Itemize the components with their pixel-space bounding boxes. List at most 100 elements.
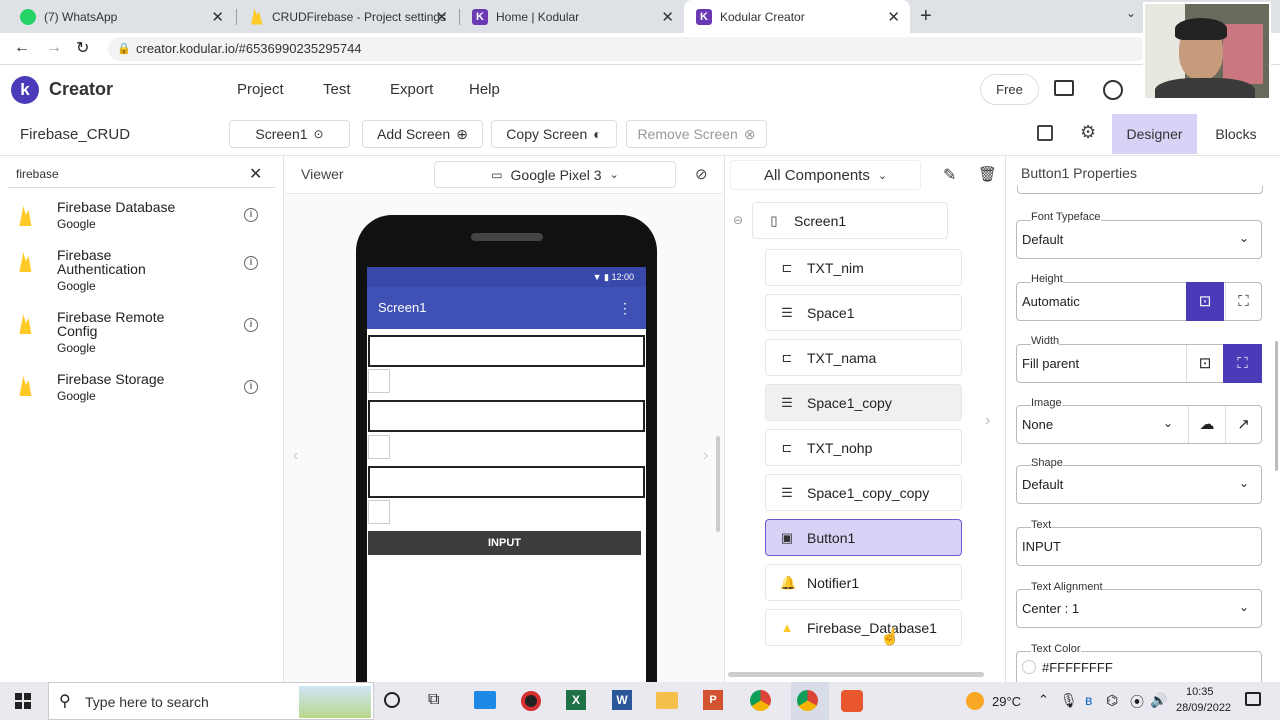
account-icon[interactable] <box>1103 80 1123 100</box>
info-icon[interactable]: i <box>244 380 258 394</box>
browser-tab-home-kodular[interactable]: K Home | Kodular ✕ <box>460 0 684 33</box>
button1-preview[interactable]: INPUT <box>368 531 641 555</box>
wifi-icon[interactable]: ⦿ <box>1130 692 1144 712</box>
device-selector[interactable]: ▭ Google Pixel 3 ⌄ <box>434 161 676 188</box>
word-icon[interactable]: W <box>612 690 632 710</box>
remove-screen-button[interactable]: Remove Screen ⊗ <box>626 120 767 148</box>
browser-tab-whatsapp[interactable]: (7) WhatsApp ✕ <box>8 0 234 33</box>
palette-item-firebase-database[interactable]: Firebase Database Google i <box>0 198 284 238</box>
reload-icon[interactable]: ↻ <box>76 38 89 58</box>
designer-tab[interactable]: Designer <box>1112 114 1197 154</box>
taskbar-search[interactable]: ⚲ Type here to search <box>48 682 374 720</box>
gallery-icon[interactable] <box>1037 125 1053 141</box>
component-notifier1[interactable]: 🔔 Notifier1 <box>765 564 962 601</box>
menu-help[interactable]: Help <box>469 81 500 98</box>
txt-nim-field[interactable] <box>368 335 645 367</box>
cortana-icon[interactable] <box>384 692 400 708</box>
menu-export[interactable]: Export <box>390 81 433 98</box>
hide-eye-icon[interactable]: ⊘ <box>695 165 708 183</box>
component-button1[interactable]: ▣ Button1 <box>765 519 962 556</box>
volume-icon[interactable]: 🔊 <box>1150 692 1167 709</box>
collapse-icon[interactable]: ⊖ <box>733 213 743 227</box>
notifications-icon[interactable] <box>1245 692 1261 706</box>
palette-item-firebase-authentication[interactable]: Firebase Authentication Google i <box>0 248 284 298</box>
new-tab-icon[interactable]: + <box>920 5 932 28</box>
excel-icon[interactable]: X <box>566 690 586 710</box>
shape-select[interactable]: Default ⌄ <box>1016 465 1262 504</box>
component-space1-copy[interactable]: ☰ Space1_copy <box>765 384 962 421</box>
viewer-scrollbar[interactable] <box>716 436 720 532</box>
clear-search-icon[interactable]: ✕ <box>249 164 262 184</box>
txt-nama-field[interactable] <box>368 400 645 432</box>
palette-item-firebase-remote-config[interactable]: Firebase Remote Config Google i <box>0 310 284 360</box>
palette-item-firebase-storage[interactable]: Firebase Storage Google i <box>0 372 284 412</box>
gear-icon[interactable]: ⚙ <box>1080 122 1096 143</box>
chrome-icon[interactable] <box>750 690 771 711</box>
forward-icon[interactable]: → <box>46 39 62 57</box>
close-icon[interactable]: ✕ <box>661 8 674 26</box>
components-filter[interactable]: All Components ⌄ <box>730 160 921 190</box>
txt-nohp-field[interactable] <box>368 466 645 498</box>
info-icon[interactable]: i <box>244 318 258 332</box>
network-icon[interactable]: ⌬ <box>1106 692 1118 709</box>
properties-scrollbar[interactable] <box>1275 341 1278 471</box>
chevron-down-icon[interactable]: ⌄ <box>1126 6 1136 20</box>
close-icon[interactable]: ✕ <box>887 8 900 26</box>
upload-icon[interactable]: ☁ <box>1188 406 1225 443</box>
component-firebase-database1[interactable]: ▲ Firebase_Database1 <box>765 609 962 646</box>
fit-content-icon[interactable]: ⊡ <box>1186 345 1223 382</box>
chevron-right-icon[interactable]: › <box>703 447 708 465</box>
component-space1[interactable]: ☰ Space1 <box>765 294 962 331</box>
copy-screen-button[interactable]: Copy Screen ◐ <box>491 120 617 148</box>
menu-test[interactable]: Test <box>323 81 351 98</box>
component-label: Button1 <box>807 529 856 546</box>
component-space1-copy-copy[interactable]: ☰ Space1_copy_copy <box>765 474 962 511</box>
kodular-icon: K <box>696 8 712 25</box>
component-txt-nim[interactable]: ⊏ TXT_nim <box>765 249 962 286</box>
fit-content-icon[interactable]: ⊡ <box>1186 282 1224 321</box>
close-icon[interactable]: ✕ <box>435 8 448 26</box>
close-icon[interactable]: ✕ <box>211 8 224 26</box>
microphone-icon[interactable]: 🎙 <box>1060 692 1078 709</box>
image-select[interactable]: None ⌄ ☁ ↗ <box>1016 405 1262 444</box>
task-view-icon[interactable]: ⧉ <box>428 691 439 709</box>
open-external-icon[interactable]: ↗ <box>1225 406 1261 443</box>
text-color-field[interactable]: #FFFFFFFF <box>1016 651 1262 682</box>
width-field[interactable]: Fill parent ⊡ ⛶ <box>1016 344 1262 383</box>
palette-search-input[interactable] <box>8 162 228 186</box>
windows-start-icon[interactable] <box>15 693 31 709</box>
text-input[interactable]: INPUT <box>1016 527 1262 566</box>
info-icon[interactable]: i <box>244 256 258 270</box>
component-screen1[interactable]: ▯ Screen1 <box>752 202 948 239</box>
mail-icon[interactable] <box>474 691 496 709</box>
app-icon[interactable] <box>841 690 863 712</box>
height-field[interactable]: Automatic ⊡ ⛶ <box>1016 282 1262 321</box>
back-icon[interactable]: ← <box>14 39 30 57</box>
text-alignment-select[interactable]: Center : 1 ⌄ <box>1016 589 1262 628</box>
bluetooth-icon[interactable]: ʙ <box>1085 692 1092 708</box>
browser-tab-crudfirebase[interactable]: CRUDFirebase - Project settings ✕ <box>236 0 458 33</box>
url-input[interactable]: 🔒 creator.kodular.io/#6536990235295744 <box>108 37 1148 61</box>
components-scrollbar[interactable] <box>728 672 984 677</box>
plan-button[interactable]: Free <box>980 74 1039 105</box>
screen-selector[interactable]: Screen1 ⊙ <box>229 120 350 148</box>
browser-tab-kodular-creator[interactable]: K Kodular Creator ✕ <box>684 0 910 33</box>
component-txt-nama[interactable]: ⊏ TXT_nama <box>765 339 962 376</box>
menu-project[interactable]: Project <box>237 81 284 98</box>
delete-icon[interactable]: 🗑 <box>978 165 997 183</box>
file-explorer-icon[interactable] <box>656 692 678 709</box>
record-icon[interactable] <box>521 691 541 711</box>
fullscreen-icon[interactable]: ⛶ <box>1223 344 1262 383</box>
component-txt-nohp[interactable]: ⊏ TXT_nohp <box>765 429 962 466</box>
add-screen-button[interactable]: Add Screen ⊕ <box>362 120 483 148</box>
blocks-tab[interactable]: Blocks <box>1206 114 1266 154</box>
info-icon[interactable]: i <box>244 208 258 222</box>
chevron-up-icon[interactable]: ⌃ <box>1038 692 1049 708</box>
fullscreen-icon[interactable]: ⛶ <box>1225 283 1261 320</box>
chevron-right-icon[interactable]: › <box>985 412 990 430</box>
edit-icon[interactable]: ✎ <box>943 165 956 185</box>
font-typeface-select[interactable]: Default ⌄ <box>1016 220 1262 259</box>
chevron-left-icon[interactable]: ‹ <box>293 447 298 465</box>
powerpoint-icon[interactable]: P <box>703 690 723 710</box>
folder-icon[interactable] <box>1054 80 1074 96</box>
